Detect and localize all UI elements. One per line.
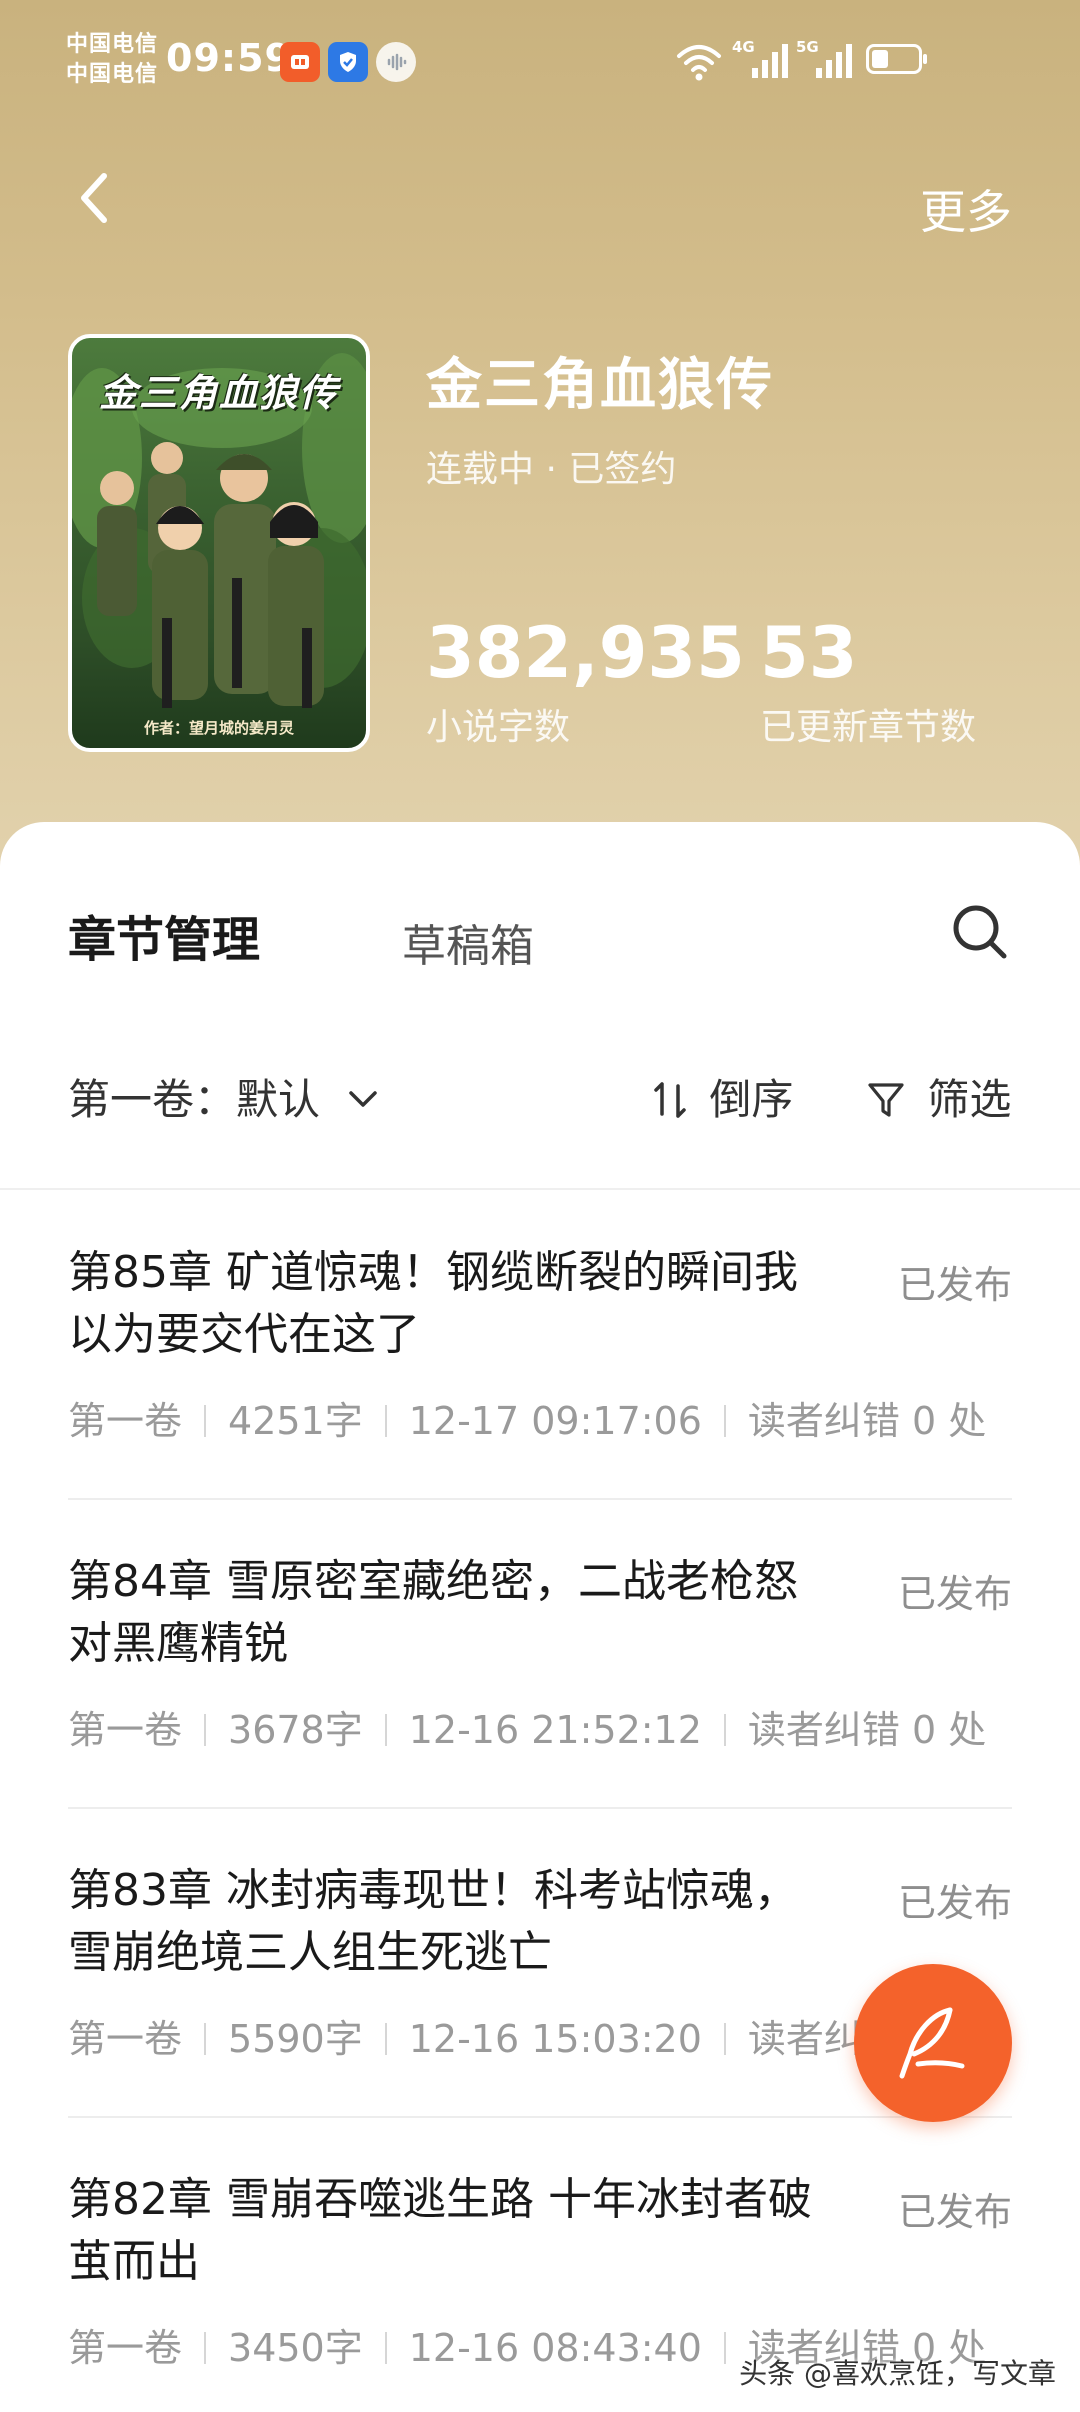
carrier-2: 中国电信 (66, 62, 159, 87)
chapter-count-value: 53 (760, 612, 858, 694)
meta-separator (723, 2331, 726, 2364)
chapter-title: 第82章 雪崩吞噬逃生路 十年冰封者破茧而出 (68, 2174, 812, 2287)
chevron-down-icon (349, 1090, 378, 1107)
chapter-divider (68, 1498, 1012, 1500)
meta-separator (384, 2022, 387, 2055)
tab-chapter-management[interactable]: 章节管理 (68, 900, 260, 970)
carrier-1: 中国电信 (66, 32, 159, 57)
chapter-time: 12-16 15:03:20 (408, 2017, 702, 2061)
meta-separator (384, 1404, 387, 1437)
book-title: 金三角血狼传 (426, 353, 774, 418)
sort-label: 倒序 (709, 1075, 794, 1124)
signal-4g-icon (752, 44, 788, 78)
status-bar: 中国电信 中国电信 09:59 4G 5G (0, 0, 1080, 120)
chapter-words: 3678字 (228, 1708, 363, 1752)
battery-icon (866, 44, 927, 74)
meta-separator (204, 1404, 207, 1437)
meta-separator (204, 2022, 207, 2055)
more-button[interactable]: 更多 (920, 176, 1012, 242)
chapter-time: 12-16 08:43:40 (408, 2326, 702, 2370)
funnel-icon (868, 1082, 904, 1117)
cover-title: 金三角血狼传 (98, 371, 339, 415)
chapter-meta: 第一卷 3678字 12-16 21:52:12 读者纠错 0 处 (68, 1699, 986, 1754)
chapter-volume: 第一卷 (68, 1399, 183, 1443)
watermark: 头条 @喜欢烹饪，写文章 (739, 2357, 1056, 2390)
filter-button[interactable]: 筛选 (866, 1066, 1011, 1127)
shield-icon (328, 42, 368, 82)
meta-separator (384, 2331, 387, 2364)
word-count-value: 382,935 (426, 612, 745, 694)
chapter-title: 第84章 雪原密室藏绝密，二战老枪怒对黑鹰精锐 (68, 1556, 798, 1669)
chapter-errors: 读者纠错 0 处 (747, 1708, 987, 1752)
word-count-label: 小说字数 (426, 707, 571, 748)
wifi-icon (677, 45, 721, 81)
chapter-words: 5590字 (228, 2017, 363, 2061)
chapter-status: 已发布 (897, 1263, 1012, 1307)
volume-label: 第一卷：默认 (68, 1075, 321, 1124)
chapter-status: 已发布 (897, 2190, 1012, 2234)
screen: 中国电信 中国电信 09:59 4G 5G 更多 金三角血狼传 作者：望月城的姜… (0, 0, 1080, 2412)
carrier-labels: 中国电信 中国电信 (66, 30, 158, 90)
meta-separator (204, 1713, 207, 1746)
chapter-item[interactable]: 第85章 矿道惊魂！钢缆断裂的瞬间我以为要交代在这了 已发布 第一卷 4251字 1… (0, 1192, 1080, 1500)
audio-wave-icon (376, 42, 416, 82)
chapter-words: 3450字 (228, 2326, 363, 2370)
chapter-title: 第85章 矿道惊魂！钢缆断裂的瞬间我以为要交代在这了 (68, 1247, 798, 1360)
chapter-divider (68, 1807, 1012, 1809)
notification-app-icon (280, 42, 320, 82)
section-divider (0, 1188, 1080, 1190)
volume-dropdown[interactable]: 第一卷：默认 (68, 1066, 379, 1127)
meta-separator (723, 2022, 726, 2055)
book-status: 连载中 · 已签约 (426, 449, 677, 490)
write-chapter-fab[interactable] (854, 1964, 1012, 2122)
status-time: 09:59 (166, 36, 292, 80)
meta-separator (204, 2331, 207, 2364)
search-button[interactable] (948, 900, 1012, 964)
filter-label: 筛选 (927, 1075, 1012, 1124)
chapter-item[interactable]: 第84章 雪原密室藏绝密，二战老枪怒对黑鹰精锐 已发布 第一卷 3678字 12-1… (0, 1501, 1080, 1809)
chapter-title: 第83章 冰封病毒现世！科考站惊魂，雪崩绝境三人组生死逃亡 (68, 1865, 798, 1978)
chapter-status: 已发布 (897, 1881, 1012, 1925)
book-cover[interactable]: 金三角血狼传 作者：望月城的姜月灵 (68, 334, 370, 752)
cover-author: 作者：望月城的姜月灵 (143, 719, 294, 737)
battery-level (872, 50, 888, 68)
chapter-meta: 第一卷5590字12-16 15:03:20读者纠错 0 处 (68, 2008, 986, 2063)
tab-drafts[interactable]: 草稿箱 (402, 910, 534, 974)
back-button[interactable] (74, 168, 134, 238)
chapter-volume: 第一卷 (68, 2326, 183, 2370)
chapter-divider (68, 2116, 1012, 2118)
chapter-errors: 读者纠错 0 处 (747, 1399, 987, 1443)
search-icon (953, 905, 1007, 959)
chevron-left-icon (81, 173, 107, 223)
sort-icon (654, 1081, 686, 1118)
meta-separator (384, 1713, 387, 1746)
chapter-count-label: 已更新章节数 (760, 707, 977, 748)
meta-separator (723, 1713, 726, 1746)
chapter-words: 4251字 (228, 1399, 363, 1443)
signal-5g-icon (816, 44, 852, 78)
chapter-status: 已发布 (897, 1572, 1012, 1616)
quill-icon (899, 2007, 965, 2079)
meta-separator (723, 1404, 726, 1437)
sort-button[interactable]: 倒序 (652, 1066, 793, 1127)
chapter-volume: 第一卷 (68, 1708, 183, 1752)
chapter-time: 12-16 21:52:12 (408, 1708, 702, 1752)
chapter-volume: 第一卷 (68, 2017, 183, 2061)
chapter-meta: 第一卷 4251字 12-17 09:17:06 读者纠错 0 处 (68, 1390, 986, 1445)
chapter-time: 12-17 09:17:06 (408, 1399, 702, 1443)
